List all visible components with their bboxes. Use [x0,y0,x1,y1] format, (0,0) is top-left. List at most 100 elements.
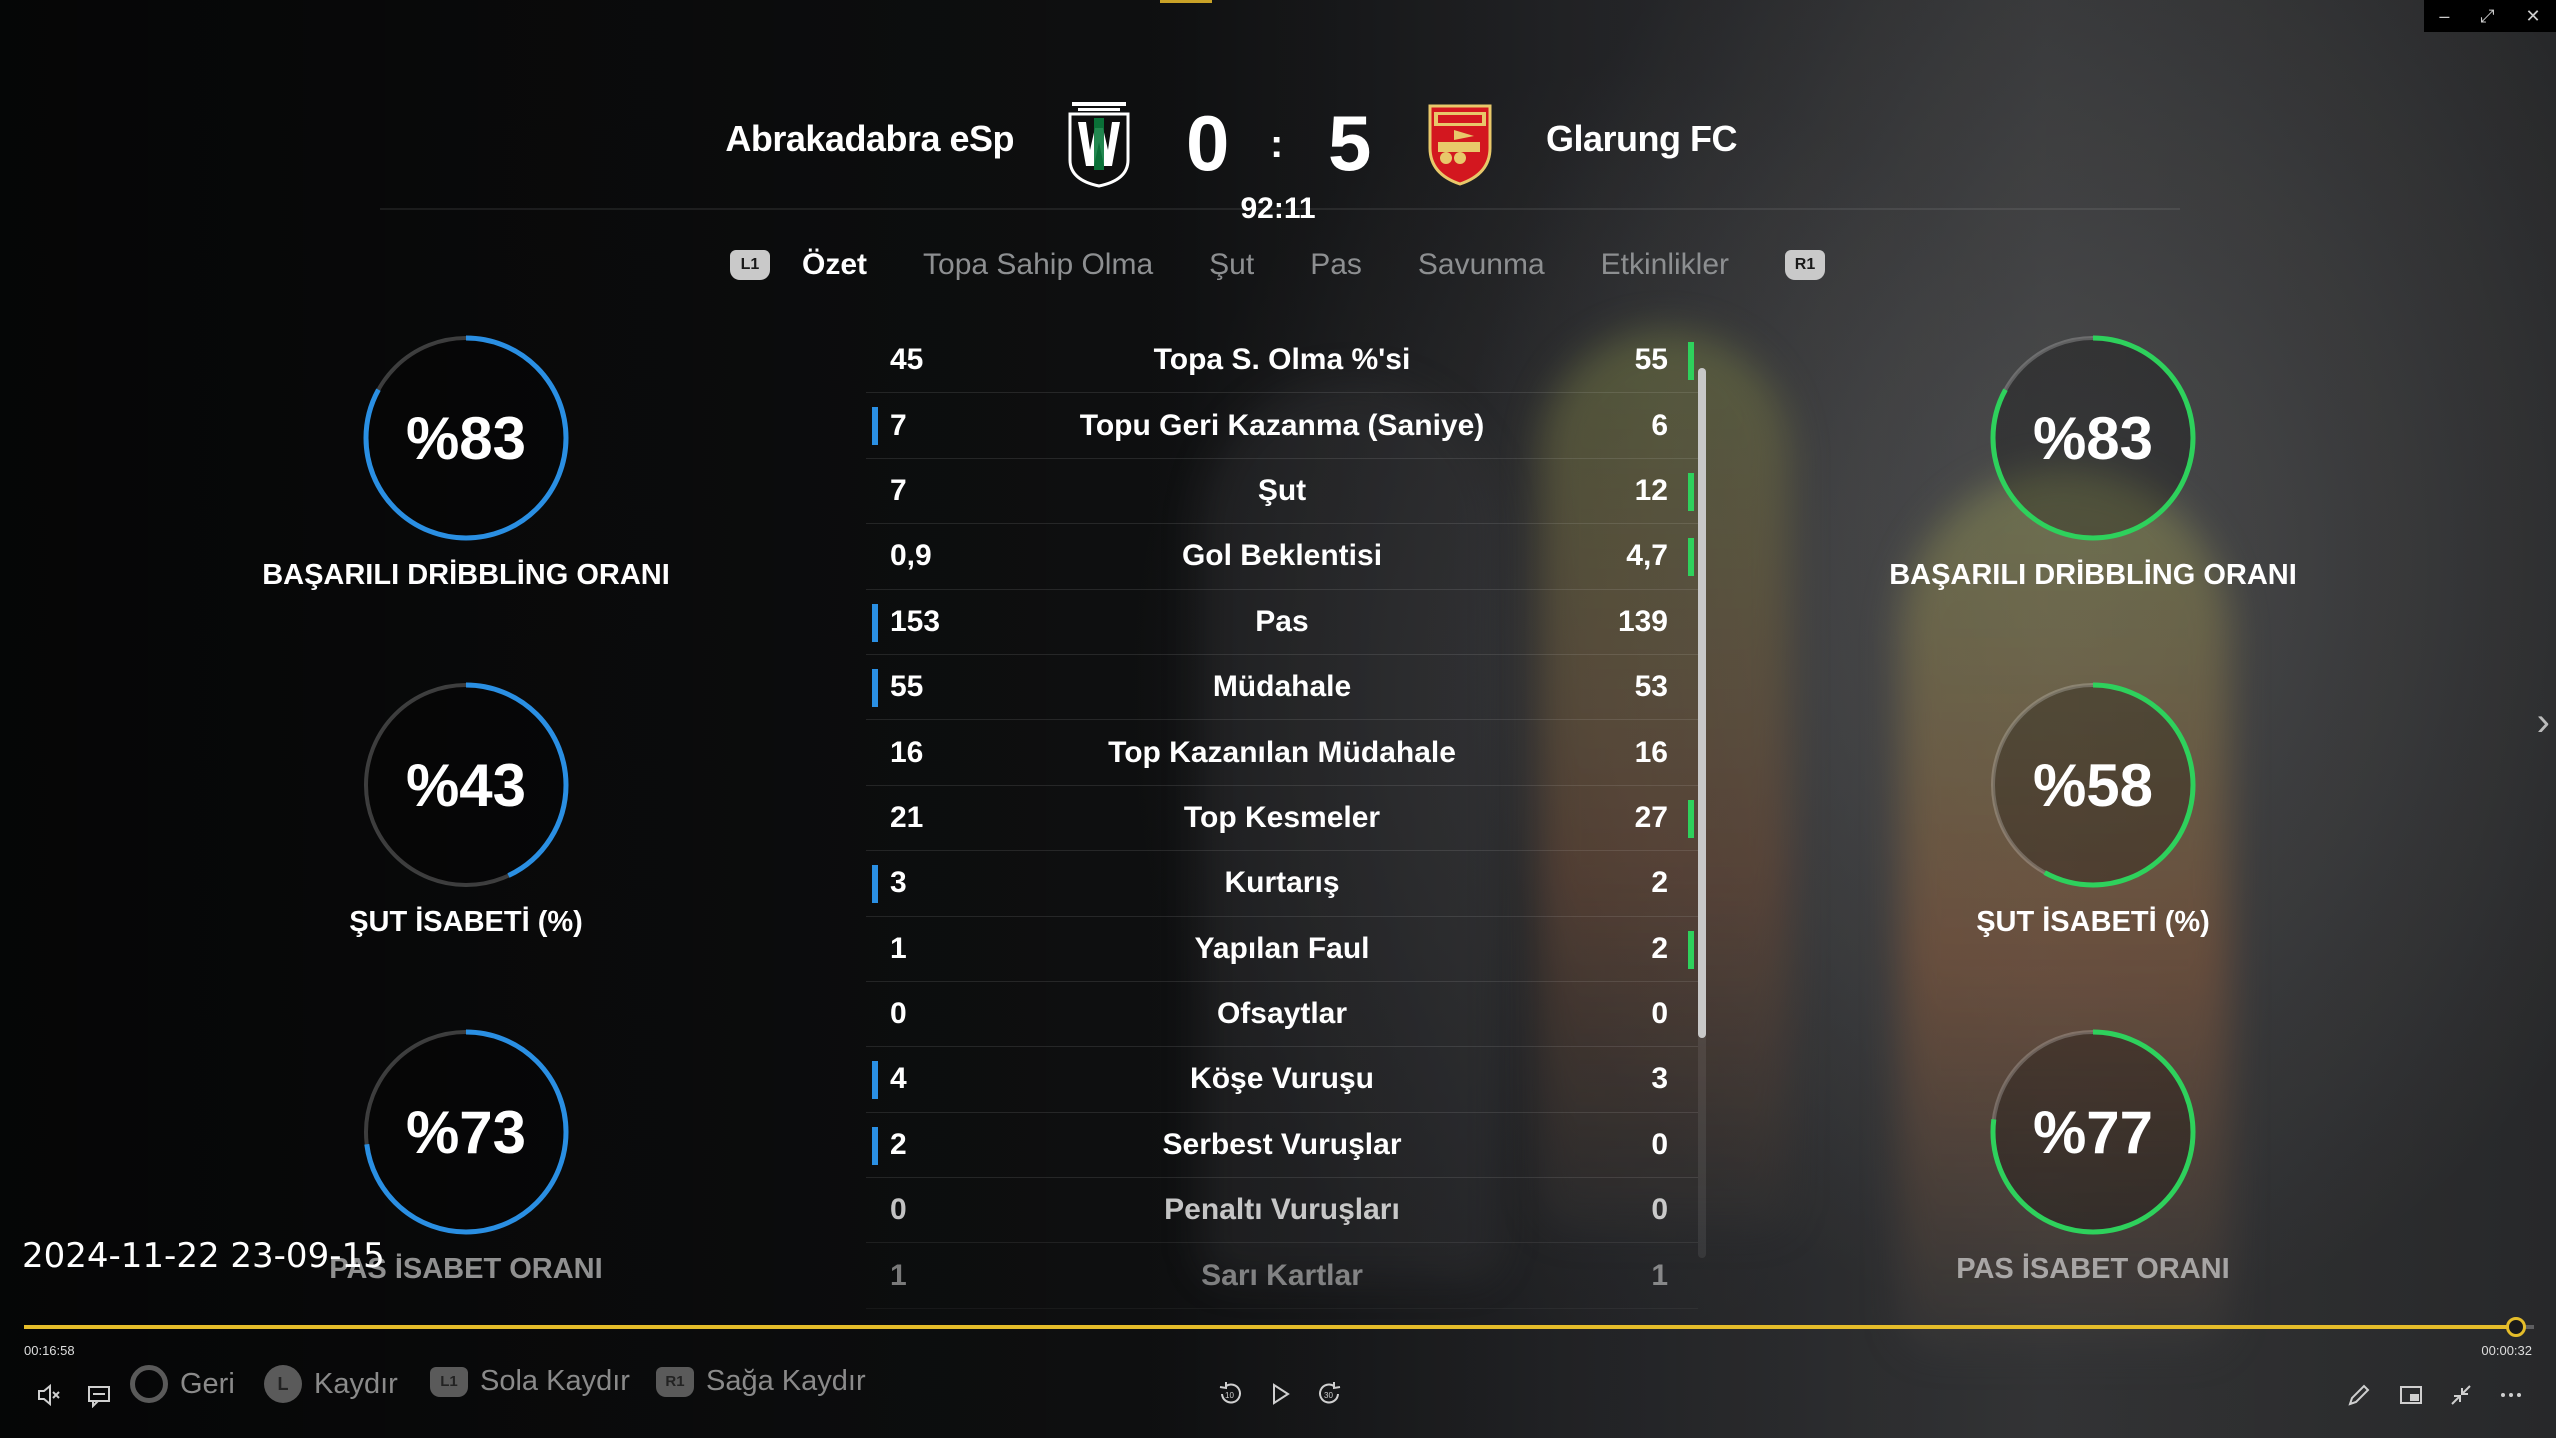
stat-label: Pas [1255,604,1309,638]
away-stat-value: 0 [1651,997,1668,1031]
home-score: 0 [1186,99,1230,187]
table-row: 45 Topa S. Olma %'si 55 [866,328,1698,394]
away-stat-value: 12 [1634,473,1668,507]
tab-sut[interactable]: Şut [1209,248,1254,282]
away-leader-bar [1688,538,1694,577]
away-stat-value: 0 [1651,1127,1668,1161]
tab-topa-sahip-olma[interactable]: Topa Sahip Olma [923,248,1153,282]
stats-scrollbar[interactable] [1698,368,1706,1038]
l1-chip-icon: L1 [430,1366,468,1397]
away-stat-value: 55 [1634,343,1668,377]
ring-percentage: %58 [2032,751,2154,819]
stat-label: Top Kazanılan Müdahale [1108,735,1456,769]
tab-pas[interactable]: Pas [1310,248,1362,282]
ring-label: ŞUT İSABETİ (%) [1976,906,2210,938]
table-row: 21 Top Kesmeler 27 [866,786,1698,852]
window-drag-indicator [1160,0,1212,3]
away-stat-value: 1 [1651,1258,1668,1292]
away-team-name: Glarung FC [1546,118,1738,159]
ring-label: BAŞARILI DRİBBLİNG ORANI [262,559,670,591]
timestamp-overlay: 2024-11-22 23-09-15 [22,1236,385,1276]
tab-ozet[interactable]: Özet [802,248,867,282]
away-team-crest-icon [1428,104,1492,186]
away-stat-value: 139 [1617,604,1668,638]
away-stat-value: 2 [1651,866,1668,900]
subtitles-icon[interactable] [86,1382,112,1408]
ring-percentage: %83 [2032,404,2154,472]
ring-percentage: %77 [2032,1098,2154,1166]
tab-etkinlikler[interactable]: Etkinlikler [1601,248,1729,282]
scoreboard: Abrakadabra eSp 0 : 5 Glarung FC 92:11 [0,40,2556,225]
scroll-left-hint-label: Sola Kaydır [480,1365,630,1397]
ring-percentage: %43 [405,751,527,819]
table-row: 0,9 Gol Beklentisi 4,7 [866,524,1698,590]
ring-percentage: %73 [405,1098,527,1166]
ring-label: BAŞARILI DRİBBLİNG ORANI [1889,559,2297,591]
home-team-crest-icon [1068,102,1130,188]
stat-label: Köşe Vuruşu [1190,1062,1374,1096]
home-ring-2: %43 [361,680,571,890]
seek-bar-fill [24,1325,2517,1329]
stat-label: Serbest Vuruşlar [1162,1127,1402,1161]
back-hint[interactable]: Geri [130,1365,235,1403]
stat-label: Topu Geri Kazanma (Saniye) [1079,408,1485,442]
ring-label: ŞUT İSABETİ (%) [349,906,583,938]
score-separator: : [1270,122,1284,166]
table-row: 55 Müdahale 53 [866,655,1698,721]
back-hint-label: Geri [180,1367,235,1400]
elapsed-time: 00:16:58 [24,1343,75,1358]
minimize-icon[interactable]: – [2439,6,2449,27]
close-icon[interactable]: ✕ [2525,6,2540,27]
stat-label: Şut [1257,473,1307,507]
stat-label: Müdahale [1212,670,1352,704]
table-row: 2 Serbest Vuruşlar 0 [866,1113,1698,1179]
r1-button-hint[interactable]: R1 [1785,250,1826,280]
table-row: 0 Ofsaytlar 0 [866,982,1698,1048]
table-row: 0 Penaltı Vuruşları 0 [866,1178,1698,1244]
table-row: 3 Kurtarış 2 [866,851,1698,917]
forward-30-icon[interactable]: 30 [1316,1380,1344,1408]
stat-label: Kurtarış [1224,866,1340,900]
table-row: 1 Sarı Kartlar 1 [866,1243,1698,1309]
stat-label: Penaltı Vuruşları [1164,1193,1400,1227]
table-row: 7 Topu Geri Kazanma (Saniye) 6 [866,393,1698,459]
table-row: 153 Pas 139 [866,590,1698,655]
away-leader-bar [1688,930,1694,969]
stat-label: Sarı Kartlar [1201,1258,1363,1292]
away-stat-value: 27 [1634,800,1668,834]
mute-icon[interactable] [36,1382,62,1408]
scroll-right-hint-label: Sağa Kaydır [706,1365,866,1397]
away-stat-value: 4,7 [1626,539,1668,573]
ring-label: PAS İSABET ORANI [1956,1253,2230,1285]
edit-icon[interactable] [2346,1382,2372,1408]
window-controls: – ⤢ ✕ [2424,0,2556,32]
chevron-right-icon[interactable]: › [2537,700,2550,745]
home-team-name: Abrakadabra eSp [725,118,1014,159]
away-ring-3: %77 [1988,1027,2198,1237]
rewind-10-icon[interactable]: 10 [1216,1380,1244,1408]
exit-fullscreen-icon[interactable] [2448,1382,2474,1408]
away-stat-value: 53 [1634,670,1668,704]
away-stat-value: 3 [1651,1062,1668,1096]
stats-table[interactable]: 45 Topa S. Olma %'si 55 7 Topu Geri Kazanma … [866,328,1698,1309]
tab-savunma[interactable]: Savunma [1418,248,1545,282]
seek-bar[interactable] [24,1317,2534,1337]
away-stat-value: 6 [1651,408,1668,442]
stat-label: Topa S. Olma %'si [1153,343,1411,377]
play-icon[interactable] [1268,1382,1292,1406]
away-leader-bar [1688,799,1694,838]
scroll-hint[interactable]: L Kaydır [264,1365,398,1403]
scroll-left-hint[interactable]: L1 Sola Kaydır [430,1365,630,1398]
match-clock: 92:11 [1240,192,1316,225]
r1-chip-icon: R1 [656,1366,694,1397]
remaining-time: 00:00:32 [2481,1343,2532,1358]
l1-button-hint[interactable]: L1 [730,250,770,280]
scroll-hint-label: Kaydır [314,1367,398,1400]
away-stat-value: 0 [1651,1193,1668,1227]
miniplayer-icon[interactable] [2398,1382,2424,1408]
scroll-right-hint[interactable]: R1 Sağa Kaydır [656,1365,866,1398]
away-stat-value: 16 [1634,735,1668,769]
stat-label: Gol Beklentisi [1181,539,1383,573]
more-icon[interactable] [2498,1382,2524,1408]
maximize-icon[interactable]: ⤢ [2480,6,2494,27]
